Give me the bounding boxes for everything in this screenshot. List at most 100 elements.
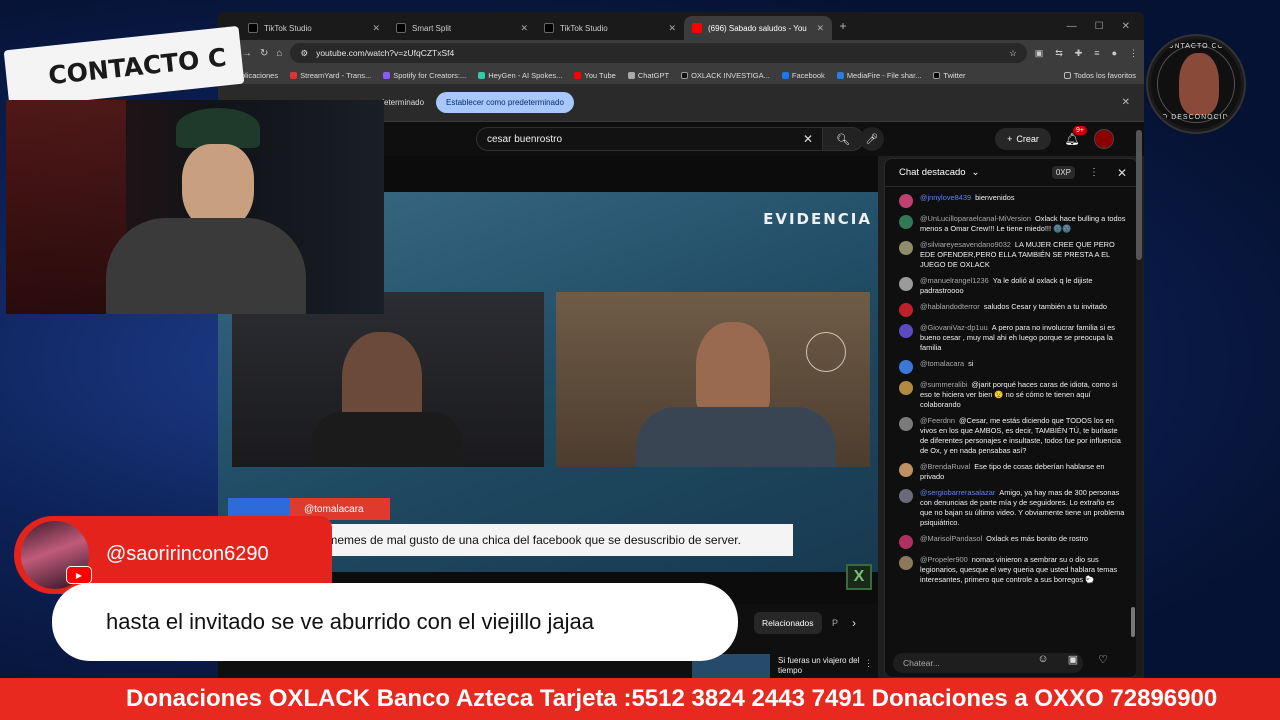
chat-username[interactable]: @MarisolPandasol — [920, 534, 982, 543]
bookmark-item[interactable]: HeyGen - AI Spokes... — [478, 71, 562, 80]
close-tab-icon[interactable]: ✕ — [520, 23, 528, 34]
menu-icon[interactable]: ⋮ — [1129, 48, 1138, 59]
bookmark-item[interactable]: Facebook — [781, 71, 825, 80]
chat-avatar[interactable] — [899, 381, 913, 395]
heart-icon[interactable]: ♡ — [1095, 653, 1111, 666]
chat-message[interactable]: @GiovaniVaz-dp1uu A pero para no involucr… — [899, 323, 1127, 353]
chat-username[interactable]: @summeralibi — [920, 380, 967, 389]
bookmark-item[interactable]: You Tube — [574, 71, 616, 80]
chat-message[interactable]: @BrendaRuval Ese tipo de cosas deberían h… — [899, 462, 1127, 482]
chat-avatar[interactable] — [899, 324, 913, 338]
search-input[interactable]: cesar buenrostro ✕ — [476, 127, 824, 151]
clear-search-icon[interactable]: ✕ — [803, 132, 813, 146]
chat-avatar[interactable] — [899, 303, 913, 317]
chat-username[interactable]: @GiovaniVaz-dp1uu — [920, 323, 988, 332]
chat-message[interactable]: @Feerdnn @Cesar, me estás diciendo que TO… — [899, 416, 1127, 456]
chat-username[interactable]: @Feerdnn — [920, 416, 955, 425]
media-icon[interactable]: ≡ — [1094, 48, 1099, 59]
close-tab-icon[interactable]: ✕ — [816, 23, 824, 34]
chat-username[interactable]: @UnLucilloparaelcanal-MiVersion — [920, 214, 1031, 223]
chat-username[interactable]: @silviareyesavendano9032 — [920, 240, 1011, 249]
close-chat-icon[interactable]: ✕ — [1117, 166, 1127, 180]
chat-avatar[interactable] — [899, 417, 913, 431]
chevron-right-icon[interactable]: › — [848, 612, 860, 634]
home-icon[interactable]: ⌂ — [276, 48, 282, 59]
chat-message[interactable]: @tomalacara si — [899, 359, 1127, 374]
close-window-icon[interactable]: ✕ — [1122, 21, 1130, 32]
microphone-icon[interactable]: 🎤︎ — [860, 127, 884, 151]
chat-username[interactable]: @hablandodterror — [920, 302, 980, 311]
bookmark-item[interactable]: Twitter — [933, 71, 966, 80]
chat-avatar[interactable] — [899, 489, 913, 503]
chip-partial[interactable]: P — [828, 612, 842, 634]
tab-youtube-active[interactable]: (696) Sabado saludos - You ✕ — [684, 16, 832, 40]
address-bar[interactable]: ⚙ youtube.com/watch?v=zUfqCZTxSf4 ☆ — [290, 43, 1027, 63]
minimize-icon[interactable]: — — [1067, 21, 1077, 32]
close-infobar-icon[interactable]: ✕ — [1122, 97, 1130, 108]
new-tab-button[interactable]: + — [832, 19, 854, 33]
puzzle-icon[interactable]: ✚ — [1075, 48, 1083, 59]
maximize-icon[interactable]: ☐ — [1095, 21, 1104, 32]
chat-avatar[interactable] — [899, 556, 913, 570]
close-tab-icon[interactable]: ✕ — [668, 23, 676, 34]
chat-username[interactable]: @Propeler900 — [920, 555, 968, 564]
xp-badge[interactable]: 0XP — [1051, 166, 1075, 179]
bookmark-item[interactable]: ChatGPT — [627, 71, 669, 80]
create-button[interactable]: + Crear — [995, 128, 1051, 150]
page-scrollbar[interactable] — [1136, 130, 1142, 676]
chat-username[interactable]: @tomalacara — [920, 359, 964, 368]
chevron-down-icon[interactable]: ⌄ — [972, 167, 980, 178]
forward-icon[interactable]: → — [242, 48, 252, 59]
chat-message[interactable]: @sergiobarrerasalazar Amigo, ya hay mas d… — [899, 488, 1127, 528]
chat-avatar[interactable] — [899, 360, 913, 374]
chat-avatar[interactable] — [899, 194, 913, 208]
more-options-icon[interactable]: ⋮ — [1089, 167, 1099, 178]
chat-username[interactable]: @sergiobarrerasalazar — [920, 488, 995, 497]
account-avatar[interactable] — [1094, 129, 1114, 149]
cast-icon[interactable]: ⇆ — [1055, 48, 1063, 59]
bookmark-item[interactable]: MediaFire - File shar... — [836, 71, 921, 80]
chat-message[interactable]: @jnnylove8439 bienvenidos — [899, 193, 1127, 208]
close-tab-icon[interactable]: ✕ — [372, 23, 380, 34]
tiktok-icon — [248, 23, 258, 33]
chat-message[interactable]: @UnLucilloparaelcanal-MiVersion Oxlack ha… — [899, 214, 1127, 234]
chat-title[interactable]: Chat destacado — [899, 167, 966, 178]
tab-smart-split[interactable]: Smart Split ✕ — [388, 16, 536, 40]
chat-message[interactable]: @manuelrangel1236 Ya le dolió al oxlack q… — [899, 276, 1127, 296]
more-icon[interactable]: ⋮ — [864, 658, 873, 669]
chat-username[interactable]: @BrendaRuval — [920, 462, 970, 471]
chat-message[interactable]: @MarisolPandasol Oxlack es más bonito de … — [899, 534, 1127, 549]
chat-avatar[interactable] — [899, 535, 913, 549]
chat-message[interactable]: @summeralibi @jarit porqué haces caras de… — [899, 380, 1127, 410]
bookmark-folder[interactable]: Todos los favoritos — [1063, 71, 1136, 80]
chat-message[interactable]: @Propeler900 nomas vinieron a sembrar su … — [899, 555, 1127, 585]
bookmark-item[interactable]: OXLACK INVESTIGA... — [681, 71, 770, 80]
bookmark-item[interactable]: StreamYard - Trans... — [290, 71, 371, 80]
reload-icon[interactable]: ↻ — [260, 48, 268, 59]
search-icon[interactable]: 🔍︎ — [822, 127, 864, 151]
site-info-icon[interactable]: ⚙ — [300, 48, 308, 59]
chat-message[interactable]: @hablandodterror saludos Cesar y también … — [899, 302, 1127, 317]
tab-tiktok-studio-2[interactable]: TikTok Studio ✕ — [536, 16, 684, 40]
chat-avatar[interactable] — [899, 215, 913, 229]
set-default-button[interactable]: Establecer como predeterminado — [436, 92, 574, 113]
extension-icon[interactable]: ▣ — [1035, 48, 1044, 59]
bookmark-star-icon[interactable]: ☆ — [1009, 48, 1017, 59]
emoji-icon[interactable]: ☺ — [1035, 653, 1051, 666]
bookmark-item[interactable]: Spotify for Creators:... — [383, 71, 466, 80]
chat-avatar[interactable] — [899, 241, 913, 255]
chat-username[interactable]: @jnnylove8439 — [920, 193, 971, 202]
chat-scrollbar[interactable] — [1131, 607, 1135, 637]
chip-relacionados[interactable]: Relacionados — [754, 612, 822, 634]
superchat-icon[interactable]: ▣ — [1065, 653, 1081, 666]
chat-username[interactable]: @manuelrangel1236 — [920, 276, 989, 285]
chat-avatar[interactable] — [899, 463, 913, 477]
profile-icon[interactable]: ● — [1112, 48, 1117, 59]
chat-text: saludos Cesar y también a tu invitado — [983, 302, 1107, 311]
related-title[interactable]: Si fueras un viajero del tiempo — [778, 656, 862, 676]
tab-tiktok-studio-1[interactable]: TikTok Studio ✕ — [240, 16, 388, 40]
chat-avatar[interactable] — [899, 277, 913, 291]
ticker-text: Donaciones OXLACK Banco Azteca Tarjeta :… — [126, 685, 1218, 712]
notifications-icon[interactable]: 🔔︎ 9+ — [1061, 126, 1087, 150]
chat-message[interactable]: @silviareyesavendano9032 LA MUJER CREE QU… — [899, 240, 1127, 270]
